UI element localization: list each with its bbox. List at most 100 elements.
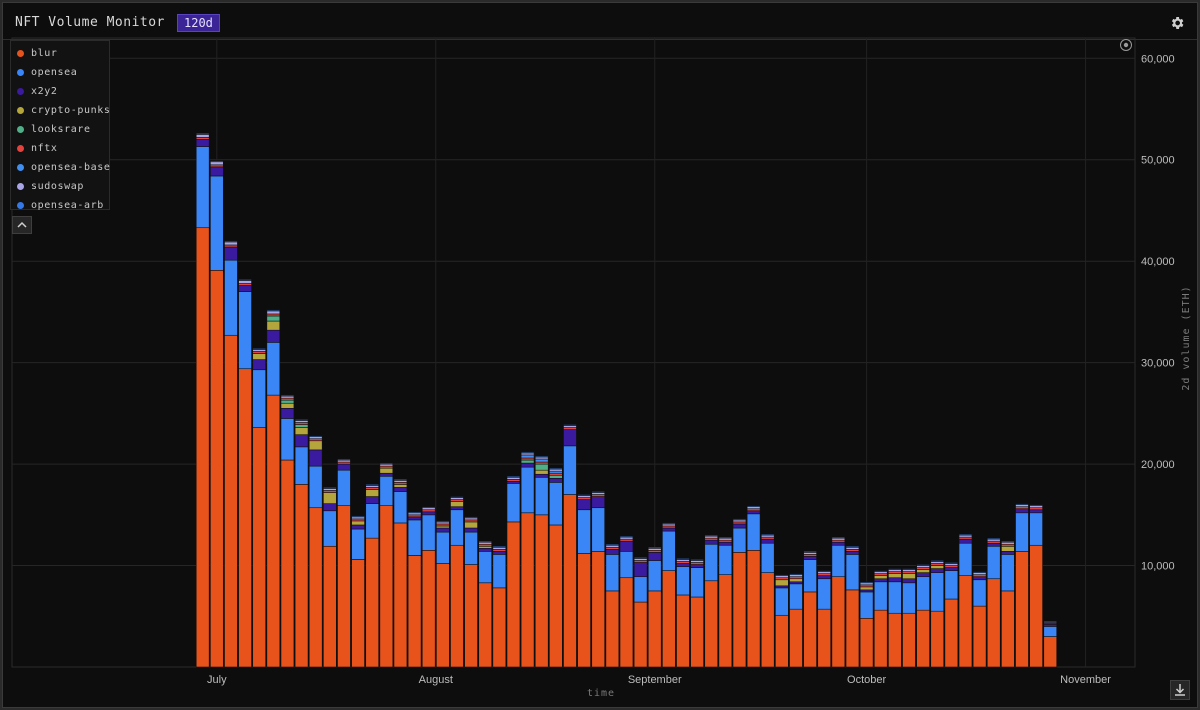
bar-segment-opensea[interactable] [266, 342, 281, 396]
bar-segment-x2y2[interactable] [577, 499, 591, 511]
bar-segment-opensea-arb[interactable] [563, 424, 577, 426]
bar-segment-crypto-punks[interactable] [888, 573, 902, 579]
bar-segment-blur[interactable] [1043, 636, 1058, 668]
bar-segment-looksrare[interactable] [534, 463, 549, 471]
bar-segment-blur[interactable] [563, 494, 577, 668]
bar-segment-opensea-arb[interactable] [662, 522, 676, 525]
bar-segment-sudoswap[interactable] [732, 519, 747, 523]
bar-segment-sudoswap[interactable] [690, 560, 704, 563]
bar-segment-looksrare[interactable] [280, 399, 295, 404]
bar-segment-nftx[interactable] [718, 539, 733, 543]
bar-segment-opensea[interactable] [888, 581, 902, 614]
bar-segment-nftx[interactable] [506, 479, 521, 482]
bar-segment-nftx[interactable] [323, 490, 337, 493]
bar-segment-blur[interactable] [916, 609, 930, 668]
bar-segment-nftx[interactable] [676, 561, 690, 564]
bar-segment-sudoswap[interactable] [1001, 541, 1015, 545]
bar-segment-opensea-arb[interactable] [1029, 504, 1043, 506]
bar-segment-crypto-punks[interactable] [436, 525, 450, 529]
bar-segment-opensea[interactable] [294, 446, 309, 485]
bar-segment-sudoswap[interactable] [280, 395, 295, 399]
bar-segment-opensea-arb[interactable] [1043, 621, 1058, 623]
bar-segment-sudoswap[interactable] [1029, 505, 1043, 509]
bar-segment-sudoswap[interactable] [195, 134, 210, 138]
bar-segment-opensea-arb[interactable] [506, 475, 521, 478]
bar-segment-opensea[interactable] [859, 591, 874, 619]
bar-segment-blur[interactable] [549, 524, 563, 668]
bar-segment-opensea[interactable] [421, 514, 436, 551]
bar-segment-blur[interactable] [506, 521, 521, 668]
bar-segment-crypto-punks[interactable] [351, 520, 365, 526]
bar-segment-opensea-arb[interactable] [972, 571, 987, 573]
bar-segment-nftx[interactable] [379, 465, 394, 469]
bar-segment-sudoswap[interactable] [506, 476, 521, 480]
bar-segment-x2y2[interactable] [633, 562, 648, 578]
bar-segment-opensea[interactable] [238, 291, 252, 370]
bar-segment-blur[interactable] [902, 612, 916, 668]
bar-segment-nftx[interactable] [647, 550, 662, 553]
bar-segment-sudoswap[interactable] [633, 558, 648, 561]
bar-segment-sudoswap[interactable] [393, 480, 408, 483]
bar-segment-blur[interactable] [450, 544, 464, 668]
bar-segment-blur[interactable] [845, 589, 860, 668]
legend-item-opensea-base[interactable]: opensea-base [11, 158, 110, 177]
bar-segment-sudoswap[interactable] [464, 517, 478, 521]
bar-segment-sudoswap[interactable] [252, 349, 266, 352]
bar-segment-sudoswap[interactable] [1015, 504, 1029, 508]
bar-segment-sudoswap[interactable] [351, 516, 365, 520]
bar-segment-sudoswap[interactable] [605, 544, 620, 548]
bar-segment-crypto-punks[interactable] [252, 353, 266, 360]
bar-segment-x2y2[interactable] [746, 510, 761, 515]
bar-segment-opensea-arb[interactable] [676, 558, 690, 560]
bar-segment-blur[interactable] [690, 596, 704, 668]
bar-segment-blur[interactable] [492, 587, 507, 668]
bar-segment-blur[interactable] [1029, 544, 1043, 668]
bar-segment-crypto-punks[interactable] [534, 469, 549, 475]
bar-segment-nftx[interactable] [238, 283, 252, 286]
bar-segment-opensea-arb[interactable] [817, 570, 831, 572]
bar-segment-x2y2[interactable] [436, 527, 450, 533]
bar-segment-x2y2[interactable] [930, 568, 945, 573]
bar-segment-sudoswap[interactable] [365, 485, 379, 488]
bar-segment-x2y2[interactable] [492, 551, 507, 555]
bars[interactable] [195, 133, 1058, 668]
bar-segment-opensea[interactable] [577, 509, 591, 554]
bar-segment-nftx[interactable] [464, 519, 478, 523]
bar-segment-opensea-arb[interactable] [718, 536, 733, 539]
bar-segment-x2y2[interactable] [817, 575, 831, 580]
bar-segment-blur[interactable] [605, 590, 620, 668]
bar-segment-nftx[interactable] [845, 549, 860, 552]
bar-segment-sudoswap[interactable] [718, 537, 733, 541]
bar-segment-opensea[interactable] [520, 466, 535, 514]
bar-segment-opensea[interactable] [450, 509, 464, 546]
bar-segment-opensea[interactable] [407, 519, 422, 556]
bar-segment-blur[interactable] [252, 427, 266, 668]
bar-segment-opensea-arb[interactable] [633, 557, 648, 559]
bar-segment-blur[interactable] [266, 394, 281, 668]
legend-item-looksrare[interactable]: looksrare [11, 120, 109, 139]
legend-item-nftx[interactable]: nftx [11, 139, 109, 158]
bar-segment-x2y2[interactable] [605, 549, 620, 555]
bar-segment-opensea[interactable] [633, 576, 648, 603]
bar-segment-opensea[interactable] [224, 259, 238, 336]
bar-segment-nftx[interactable] [902, 571, 916, 574]
bar-segment-nftx[interactable] [1015, 506, 1029, 510]
bar-segment-x2y2[interactable] [379, 472, 394, 477]
bar-segment-nftx[interactable] [337, 461, 351, 465]
bar-segment-opensea-arb[interactable] [492, 545, 507, 548]
bar-segment-sudoswap[interactable] [238, 280, 252, 284]
bar-segment-opensea[interactable] [534, 476, 549, 516]
bar-segment-opensea-arb[interactable] [407, 511, 422, 514]
bar-segment-blur[interactable] [831, 576, 846, 668]
bar-segment-sudoswap[interactable] [930, 561, 945, 564]
bar-segment-sudoswap[interactable] [407, 512, 422, 516]
bar-segment-opensea-arb[interactable] [520, 451, 535, 454]
legend-item-opensea[interactable]: opensea [11, 63, 109, 82]
bar-segment-sudoswap[interactable] [421, 507, 436, 511]
bar-segment-x2y2[interactable] [704, 539, 718, 545]
bar-segment-blur[interactable] [633, 601, 648, 668]
bar-segment-x2y2[interactable] [958, 538, 973, 544]
bar-segment-sudoswap[interactable] [436, 521, 450, 525]
bar-segment-opensea-arb[interactable] [1015, 503, 1029, 505]
bar-segment-blur[interactable] [337, 505, 351, 668]
